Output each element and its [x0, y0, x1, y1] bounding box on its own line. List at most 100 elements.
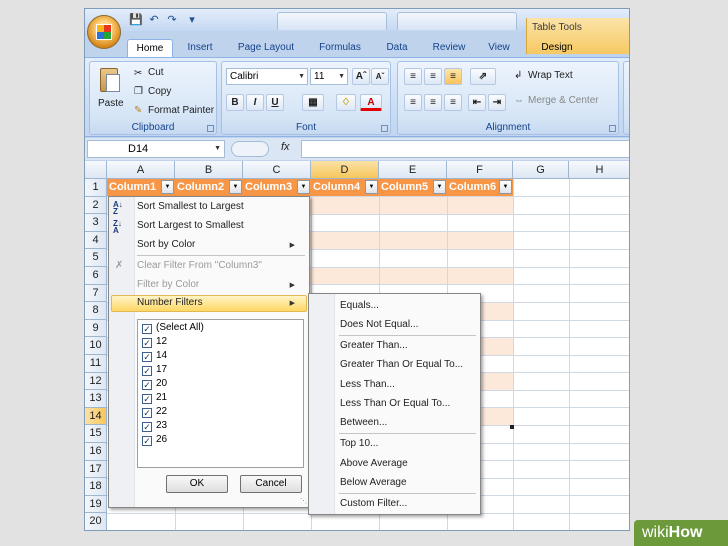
align-right-icon[interactable]: ≡ — [444, 94, 462, 111]
row-header[interactable]: 1 — [85, 179, 107, 197]
clear-filter-item[interactable]: Clear Filter From "Column3" — [137, 260, 262, 271]
font-launcher-icon[interactable] — [381, 125, 388, 132]
row-header[interactable]: 11 — [85, 355, 107, 373]
number-filters-item[interactable]: Number Filters ▶ — [137, 297, 303, 308]
name-box[interactable]: D14 ▼ — [87, 140, 225, 158]
menu-item-top-10[interactable]: Top 10... — [340, 438, 378, 449]
sort-descending-item[interactable]: Sort Largest to Smallest — [137, 220, 244, 231]
menu-item-does-not-equal[interactable]: Does Not Equal... — [340, 319, 418, 330]
column-header-f[interactable]: F — [447, 161, 513, 179]
tab-data[interactable]: Data — [377, 39, 417, 57]
alignment-launcher-icon[interactable] — [609, 125, 616, 132]
row-header[interactable]: 19 — [85, 495, 107, 514]
resize-grip-icon[interactable]: ⋱ — [300, 497, 307, 505]
row-header[interactable]: 5 — [85, 249, 107, 267]
list-item[interactable]: 17 — [156, 364, 167, 375]
row-header[interactable]: 8 — [85, 302, 107, 320]
row-header[interactable]: 3 — [85, 214, 107, 232]
table-header-cell[interactable]: Column3 ▼ — [243, 179, 311, 196]
table-header-cell[interactable]: Column5 ▼ — [379, 179, 447, 196]
filter-dropdown-icon[interactable]: ▼ — [365, 180, 378, 194]
row-header[interactable]: 13 — [85, 390, 107, 408]
list-item[interactable]: 22 — [156, 406, 167, 417]
cut-button[interactable]: Cut — [148, 67, 164, 78]
font-color-button[interactable]: A — [360, 94, 382, 111]
checkbox-checked-icon[interactable]: ✓ — [142, 380, 152, 390]
filter-dropdown-icon[interactable]: ▼ — [433, 180, 446, 194]
checkbox-checked-icon[interactable]: ✓ — [142, 366, 152, 376]
paste-icon[interactable] — [96, 66, 122, 96]
fill-color-icon[interactable]: ♢ — [336, 94, 356, 111]
customize-qat-icon[interactable]: ▾ — [185, 13, 199, 27]
list-item[interactable]: 21 — [156, 392, 167, 403]
cancel-button[interactable]: Cancel — [240, 475, 302, 493]
row-header[interactable]: 10 — [85, 337, 107, 355]
tab-view[interactable]: View — [481, 39, 517, 57]
save-icon[interactable]: 💾 — [129, 13, 143, 27]
tab-review[interactable]: Review — [425, 39, 473, 57]
select-all-corner[interactable] — [85, 161, 107, 179]
filter-dropdown-icon[interactable]: ▼ — [229, 180, 242, 194]
checkbox-checked-icon[interactable]: ✓ — [142, 394, 152, 404]
checkbox-checked-icon[interactable]: ✓ — [142, 422, 152, 432]
row-header[interactable]: 15 — [85, 425, 107, 443]
tab-design[interactable]: Design — [529, 39, 585, 57]
row-header[interactable]: 12 — [85, 372, 107, 391]
font-size-select[interactable]: 11 ▼ — [310, 68, 348, 85]
column-header-a[interactable]: A — [107, 161, 175, 179]
shrink-font-icon[interactable]: Aˇ — [371, 68, 389, 85]
table-header-cell[interactable]: Column1 ▼ — [107, 179, 175, 196]
menu-item-equals[interactable]: Equals... — [340, 300, 379, 311]
row-header[interactable]: 7 — [85, 284, 107, 303]
ok-button[interactable]: OK — [166, 475, 228, 493]
row-header[interactable]: 4 — [85, 231, 107, 250]
increase-indent-icon[interactable]: ⇥ — [488, 94, 506, 111]
wrap-text-button[interactable]: Wrap Text — [528, 70, 573, 81]
borders-icon[interactable]: ▦ — [302, 94, 324, 111]
menu-item-between[interactable]: Between... — [340, 417, 387, 428]
orientation-icon[interactable]: ⇗ — [470, 68, 496, 85]
column-header-c[interactable]: C — [243, 161, 311, 179]
formula-input[interactable] — [301, 140, 629, 158]
undo-icon[interactable]: ↶ — [147, 13, 161, 27]
menu-item-custom-filter[interactable]: Custom Filter... — [340, 498, 407, 509]
merge-center-button[interactable]: Merge & Center — [528, 95, 599, 106]
italic-button[interactable]: I — [246, 94, 264, 111]
list-item[interactable]: 26 — [156, 434, 167, 445]
align-top-icon[interactable]: ≡ — [404, 68, 422, 85]
office-button[interactable] — [87, 15, 121, 49]
list-item[interactable]: 12 — [156, 336, 167, 347]
align-left-icon[interactable]: ≡ — [404, 94, 422, 111]
column-header-b[interactable]: B — [175, 161, 243, 179]
row-header[interactable]: 17 — [85, 460, 107, 479]
tab-page-layout[interactable]: Page Layout — [231, 39, 301, 57]
value-list[interactable]: ✓ (Select All) ✓ 12 ✓ 14 ✓ 17 ✓ 20 ✓ 21 ✓ 22 ✓ 2… — [137, 319, 304, 468]
underline-button[interactable]: U — [266, 94, 284, 111]
menu-item-greater-than[interactable]: Greater Than... — [340, 340, 408, 351]
column-header-d[interactable]: D — [311, 161, 379, 179]
decrease-indent-icon[interactable]: ⇤ — [468, 94, 486, 111]
paste-button[interactable]: Paste — [98, 98, 124, 109]
column-header-h[interactable]: H — [569, 161, 629, 179]
row-header[interactable]: 18 — [85, 478, 107, 496]
copy-button[interactable]: Copy — [148, 86, 171, 97]
insert-function-button[interactable]: fx — [281, 141, 290, 153]
table-resize-handle[interactable] — [510, 425, 514, 429]
tab-formulas[interactable]: Formulas — [311, 39, 369, 57]
row-header[interactable]: 20 — [85, 513, 107, 530]
row-header[interactable]: 9 — [85, 319, 107, 338]
list-item[interactable]: 14 — [156, 350, 167, 361]
menu-item-below-average[interactable]: Below Average — [340, 477, 407, 488]
menu-item-above-average[interactable]: Above Average — [340, 458, 408, 469]
align-center-icon[interactable]: ≡ — [424, 94, 442, 111]
font-family-select[interactable]: Calibri ▼ — [226, 68, 308, 85]
filter-dropdown-icon[interactable]: ▼ — [499, 180, 512, 194]
bold-button[interactable]: B — [226, 94, 244, 111]
list-item[interactable]: 23 — [156, 420, 167, 431]
checkbox-checked-icon[interactable]: ✓ — [142, 408, 152, 418]
checkbox-checked-icon[interactable]: ✓ — [142, 352, 152, 362]
checkbox-checked-icon[interactable]: ✓ — [142, 436, 152, 446]
menu-item-greater-or-equal[interactable]: Greater Than Or Equal To... — [340, 359, 463, 370]
row-header[interactable]: 16 — [85, 443, 107, 461]
list-item[interactable]: 20 — [156, 378, 167, 389]
